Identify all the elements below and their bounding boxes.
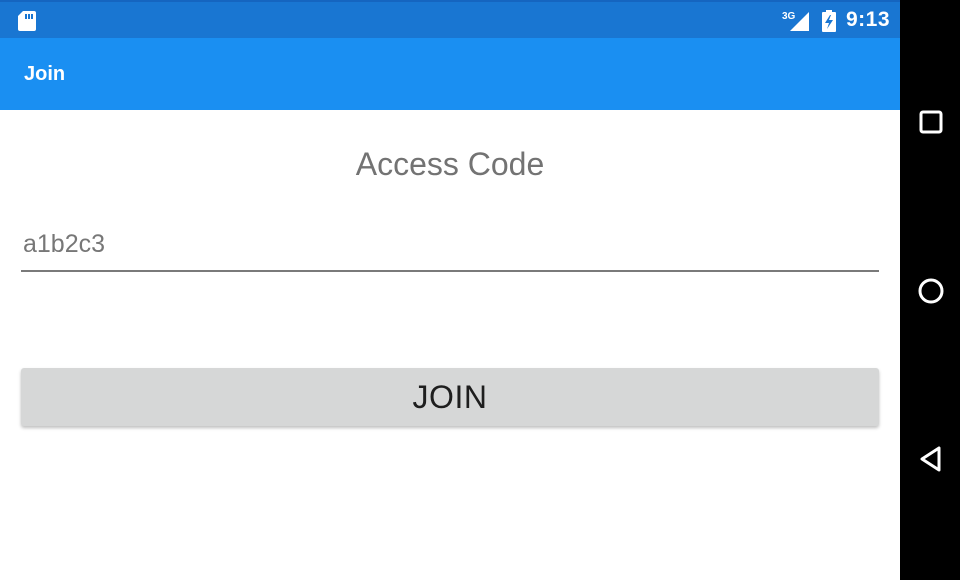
battery-charging-icon	[822, 10, 836, 32]
svg-text:3G: 3G	[782, 11, 796, 22]
status-bar: 3G 9:13	[0, 0, 900, 38]
join-form: Access Code JOIN	[0, 110, 900, 580]
join-button[interactable]: JOIN	[21, 368, 879, 426]
sd-card-icon	[18, 11, 36, 31]
back-triangle-icon[interactable]	[915, 443, 947, 475]
access-code-heading: Access Code	[355, 146, 545, 182]
status-time: 9:13	[846, 8, 891, 31]
access-code-input[interactable]	[21, 218, 879, 272]
home-circle-icon[interactable]	[915, 275, 947, 307]
app-screen: 3G 9:13 Join Access Code JOIN	[0, 0, 900, 580]
signal-3g-icon: 3G	[782, 11, 809, 31]
recents-square-icon[interactable]	[915, 106, 947, 138]
page-title: Join	[24, 63, 66, 85]
app-bar: Join	[0, 38, 900, 110]
navigation-bar	[900, 0, 960, 580]
